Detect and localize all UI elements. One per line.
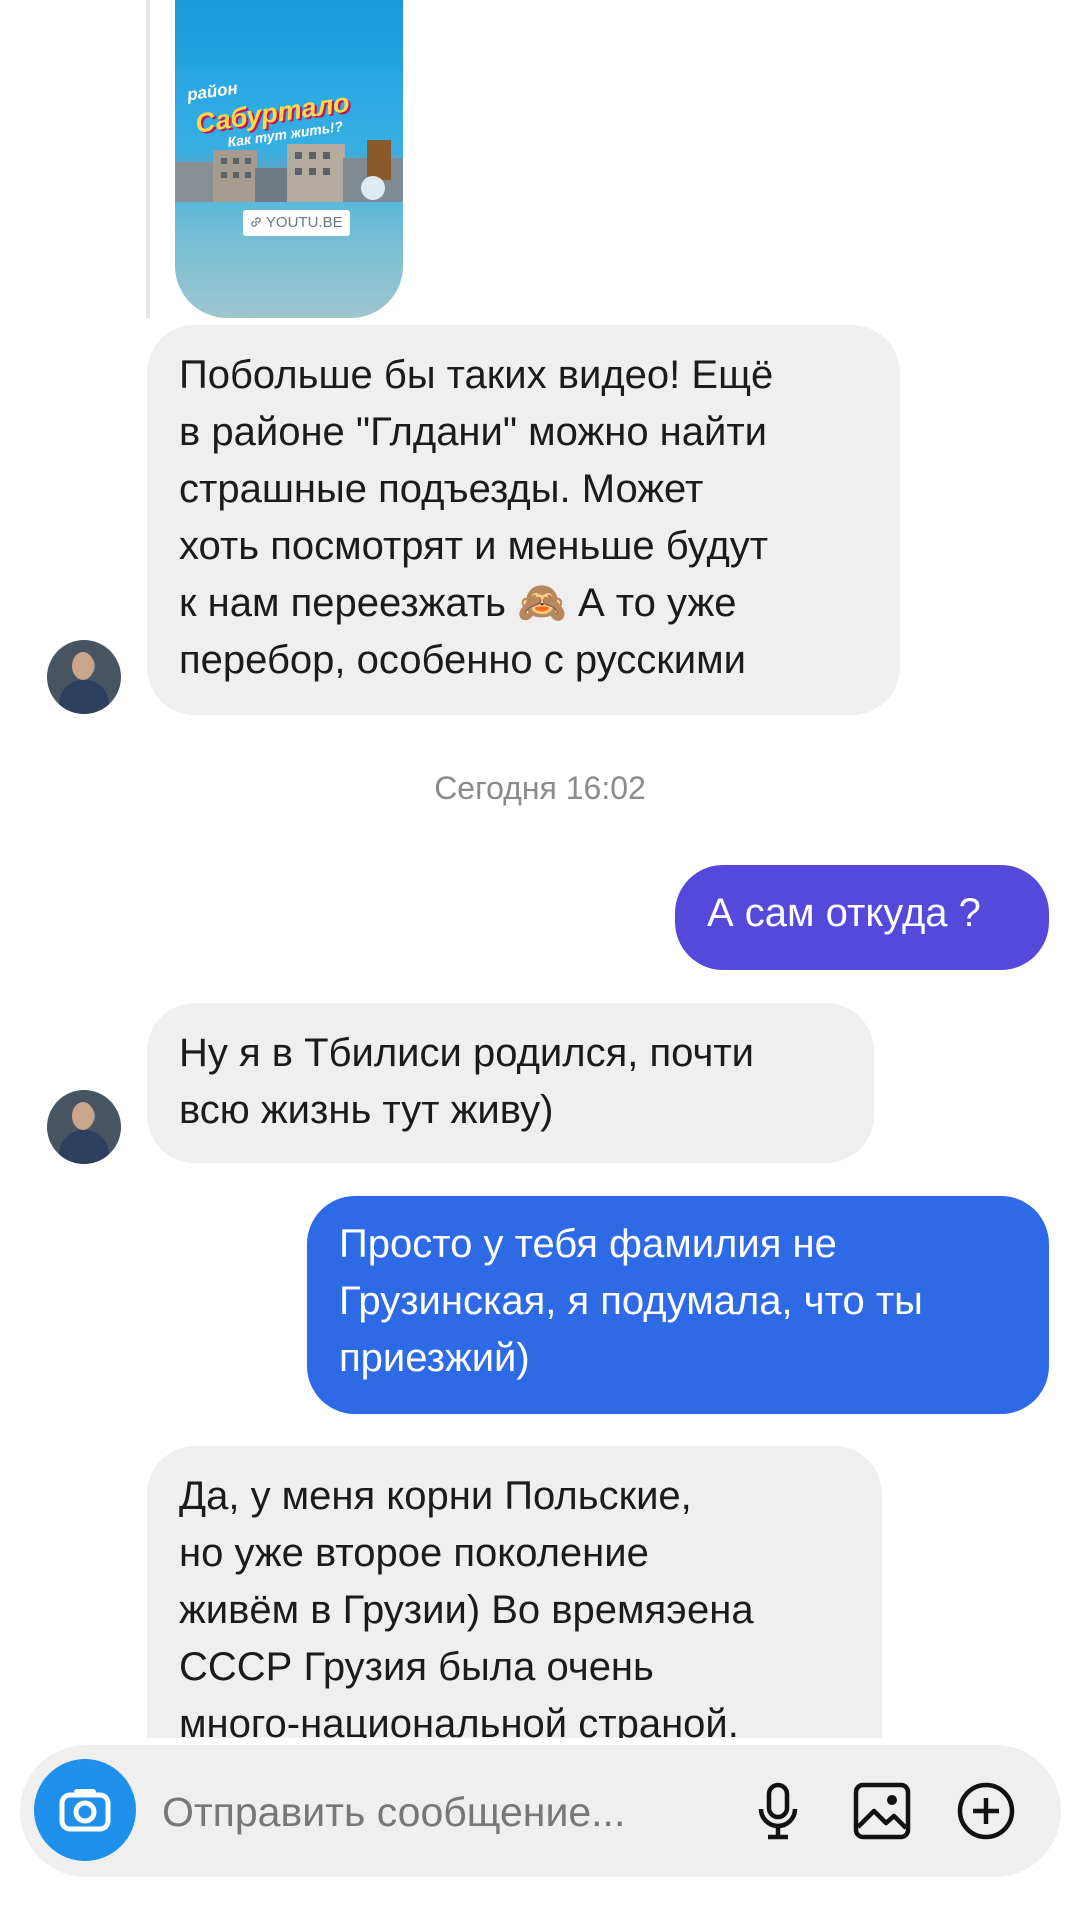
link-icon [251,217,261,227]
thumbnail-title-line1: район [185,78,239,105]
camera-icon [59,1789,111,1832]
message-bubble-incoming[interactable]: Побольше бы таких видео! Ещё в районе "Г… [147,325,900,715]
message-bubble-outgoing[interactable]: Просто у тебя фамилия не Грузинская, я п… [307,1196,1049,1414]
message-text: Да, у меня корни Польские, но уже второе… [179,1474,754,1746]
link-domain-text: YOUTU.BE [265,214,343,231]
message-bubble-outgoing[interactable]: А сам откуда ? [675,865,1049,970]
message-composer [20,1745,1061,1879]
date-separator: Сегодня 16:02 [434,770,646,806]
buildings-illustration [175,140,403,202]
plus-circle-icon[interactable] [950,1775,1022,1847]
reply-thread-line [146,0,150,318]
message-text: А сам откуда ? [707,891,981,935]
link-domain-chip[interactable]: YOUTU.BE [243,210,350,236]
message-text: Просто у тебя фамилия не Грузинская, я п… [339,1222,923,1380]
message-text: Побольше бы таких видео! Ещё в районе "Г… [179,353,774,682]
shared-video-preview[interactable]: район Сабуртало Как тут жить!? YOUTU.BE [175,0,403,318]
image-icon[interactable] [846,1775,918,1847]
camera-button[interactable] [34,1759,136,1861]
avatar[interactable] [47,640,121,714]
microphone-icon[interactable] [742,1775,814,1847]
message-text: Ну я в Тбилиси родился, почти всю жизнь … [179,1031,755,1132]
video-thumbnail: район Сабуртало Как тут жить!? [175,70,403,202]
message-input[interactable] [160,1745,724,1879]
avatar[interactable] [47,1090,121,1164]
message-bubble-incoming[interactable]: Ну я в Тбилиси родился, почти всю жизнь … [147,1003,874,1163]
